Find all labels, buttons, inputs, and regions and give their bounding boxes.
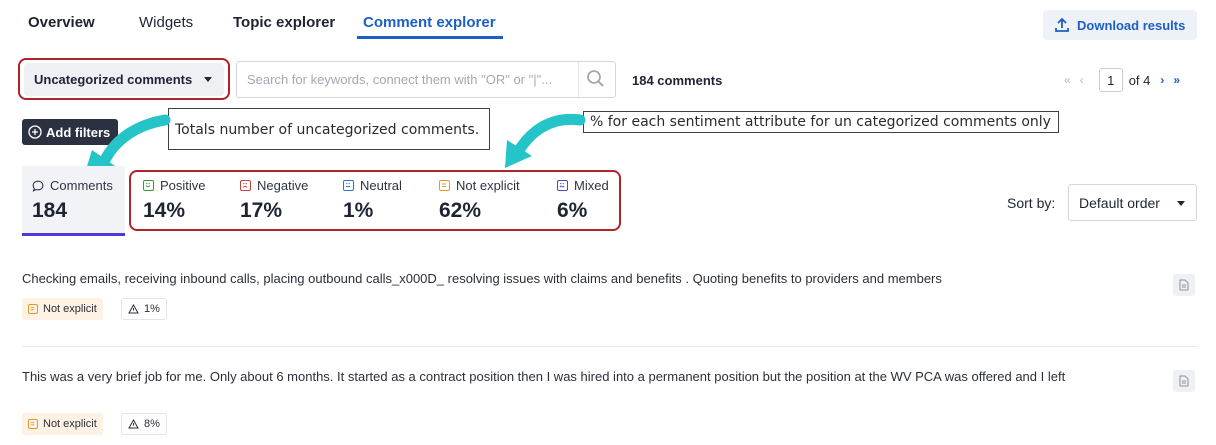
sentiment-mixed-value: 6%: [557, 199, 588, 222]
comment-text: Checking emails, receiving inbound calls…: [22, 271, 942, 286]
comment-type-value: Uncategorized comments: [34, 72, 193, 87]
comment-count: 184 comments: [632, 73, 723, 88]
comments-stat-label: Comments: [32, 178, 113, 193]
pagination: « ‹ 1 of 4 › »: [1064, 67, 1189, 93]
warning-chip-label: 1%: [144, 303, 160, 315]
sentiment-neutral-value: 1%: [343, 199, 374, 222]
not-explicit-face-icon: [28, 304, 38, 314]
sentiment-negative-value: 17%: [240, 199, 283, 222]
add-filters-button[interactable]: Add filters: [22, 119, 118, 145]
plus-circle-icon: [28, 125, 42, 139]
search-divider: [578, 62, 579, 97]
smile-face-icon: [143, 180, 154, 191]
row-divider: [22, 346, 1197, 347]
sort-by-label: Sort by:: [1007, 195, 1056, 211]
sort-order-value: Default order: [1079, 194, 1160, 211]
comments-tab-indicator: [22, 233, 125, 236]
warning-chip: 8%: [121, 413, 167, 435]
sentiment-chip: Not explicit: [22, 413, 103, 435]
comments-label-text: Comments: [50, 178, 113, 193]
warning-chip-label: 8%: [144, 418, 160, 430]
sentiment-chip-label: Not explicit: [43, 418, 97, 430]
view-document-button[interactable]: [1173, 370, 1195, 392]
sentiment-chip: Not explicit: [22, 298, 103, 320]
annotation-total-comments: Totals number of uncategorized comments.: [168, 108, 490, 150]
annotation-sentiment-percent: % for each sentiment attribute for un ca…: [583, 111, 1059, 133]
active-tab-indicator: [357, 36, 503, 39]
document-icon: [1179, 375, 1189, 387]
first-page-icon[interactable]: «: [1064, 73, 1071, 87]
next-page-icon[interactable]: ›: [1160, 73, 1164, 87]
page-number-input[interactable]: 1: [1098, 68, 1123, 92]
tab-comment-explorer[interactable]: Comment explorer: [363, 14, 496, 31]
tab-widgets[interactable]: Widgets: [139, 14, 193, 31]
sentiment-neutral-label[interactable]: Neutral: [343, 178, 402, 193]
annotation-arrow-right-head: [505, 140, 532, 168]
add-filters-label: Add filters: [46, 124, 111, 140]
mixed-face-icon: [557, 180, 568, 191]
download-results-label: Download results: [1077, 17, 1186, 33]
search-input[interactable]: [236, 61, 616, 98]
frown-face-icon: [240, 180, 251, 191]
positive-label-text: Positive: [160, 178, 206, 193]
sentiment-positive-value: 14%: [143, 199, 186, 222]
sentiment-negative-label[interactable]: Negative: [240, 178, 308, 193]
neutral-face-icon: [343, 180, 354, 191]
warning-triangle-icon: [128, 419, 139, 429]
mixed-label-text: Mixed: [574, 178, 609, 193]
sentiment-not-explicit-value: 62%: [439, 199, 482, 222]
chevron-down-icon: [204, 77, 213, 82]
sentiment-mixed-label[interactable]: Mixed: [557, 178, 609, 193]
comment-type-dropdown[interactable]: Uncategorized comments: [24, 63, 224, 96]
neutral-label-text: Neutral: [360, 178, 402, 193]
negative-label-text: Negative: [257, 178, 309, 193]
sort-order-select[interactable]: Default order: [1068, 184, 1197, 221]
annotation-arrow-right: [512, 113, 586, 158]
document-icon: [1179, 279, 1189, 291]
tab-topic-explorer[interactable]: Topic explorer: [233, 14, 335, 31]
tab-overview[interactable]: Overview: [28, 14, 95, 31]
comment-bubble-icon: [32, 180, 44, 192]
last-page-icon[interactable]: »: [1173, 73, 1180, 87]
warning-triangle-icon: [128, 304, 139, 314]
warning-chip: 1%: [121, 298, 167, 320]
comments-stat-value: 184: [32, 199, 68, 222]
not-explicit-face-icon: [28, 419, 38, 429]
chevron-down-icon: [1177, 201, 1185, 206]
sentiment-chip-label: Not explicit: [43, 303, 97, 315]
not-explicit-label-text: Not explicit: [456, 178, 520, 193]
not-explicit-face-icon: [439, 180, 450, 191]
sentiment-not-explicit-label[interactable]: Not explicit: [439, 178, 520, 193]
download-results-button[interactable]: Download results: [1043, 10, 1197, 40]
prev-page-icon[interactable]: ‹: [1080, 73, 1084, 87]
upload-icon: [1055, 17, 1069, 32]
page-total-label: of 4: [1128, 72, 1151, 88]
comment-text: This was a very brief job for me. Only a…: [22, 369, 1066, 384]
search-icon[interactable]: [586, 69, 606, 89]
sentiment-positive-label[interactable]: Positive: [143, 178, 206, 193]
view-document-button[interactable]: [1173, 274, 1195, 296]
